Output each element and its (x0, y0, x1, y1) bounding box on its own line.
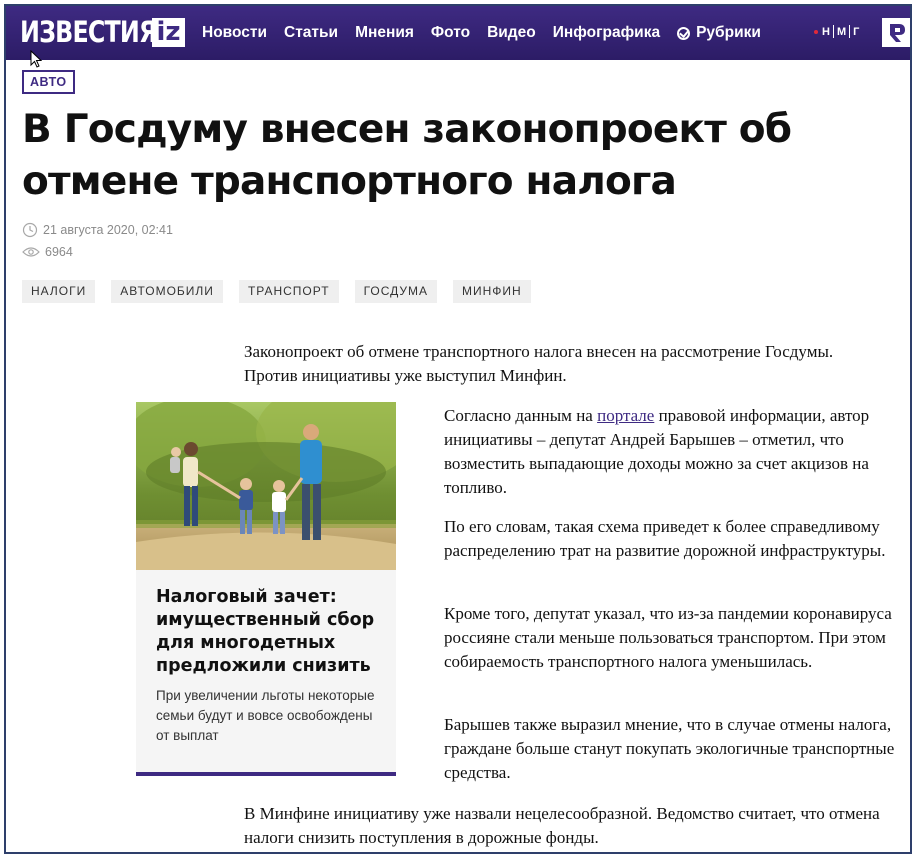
nmg-letter-m: М (836, 25, 847, 38)
tag-list: НАЛОГИ АВТОМОБИЛИ ТРАНСПОРТ ГОСДУМА МИНФ… (22, 280, 547, 303)
article-paragraph-1: Согласно данным на портале правовой инфо… (444, 404, 906, 500)
nav-item-rubrics[interactable]: Рубрики (677, 24, 761, 42)
browser-frame: ИЗВЕСТИЯ iz Новости Статьи Мнения Фото В… (4, 4, 912, 854)
date-text: 21 августа 2020, 02:41 (43, 223, 173, 237)
ren-tv-icon (889, 23, 905, 42)
related-article-title: Налоговый зачет: имущественный сбор для … (156, 587, 375, 676)
paragraph-1-start: Согласно данным на (444, 406, 598, 425)
article-paragraph-5: В Минфине инициативу уже назвали нецелес… (244, 804, 880, 847)
nav-item-photo[interactable]: Фото (431, 24, 470, 42)
article-paragraph-2: По его словам, такая схема приведет к бо… (444, 517, 886, 560)
article-paragraph-3: Кроме того, депутат указал, что из-за па… (444, 604, 892, 671)
nmg-letter-n: Н (822, 25, 830, 38)
related-article-card[interactable]: Налоговый зачет: имущественный сбор для … (136, 402, 396, 776)
nav-item-video[interactable]: Видео (487, 24, 536, 42)
article-lead: Законопроект об отмене транспортного нал… (244, 342, 834, 385)
site-logo[interactable]: ИЗВЕСТИЯ iz (20, 15, 185, 49)
ren-tv-logo[interactable] (882, 18, 910, 47)
card-accent-bar (136, 772, 396, 776)
eye-icon (22, 247, 40, 257)
tag-duma[interactable]: ГОСДУМА (354, 280, 438, 303)
logo-badge: iz (152, 17, 185, 47)
site-header: ИЗВЕСТИЯ iz Новости Статьи Мнения Фото В… (6, 6, 910, 68)
nav-item-opinions[interactable]: Мнения (355, 24, 414, 42)
nmg-letter-g: Г (853, 25, 860, 38)
article-date: 21 августа 2020, 02:41 (22, 222, 173, 238)
article-paragraph-4: Барышев также выразил мнение, что в случ… (444, 715, 895, 782)
nmg-divider (849, 25, 851, 38)
tag-cars[interactable]: АВТОМОБИЛИ (111, 280, 223, 303)
nav-item-infographics[interactable]: Инфографика (553, 24, 660, 42)
nmg-divider (832, 25, 834, 38)
tag-transport[interactable]: ТРАНСПОРТ (238, 280, 339, 303)
nav-item-news[interactable]: Новости (202, 24, 267, 42)
mouse-cursor-icon (30, 50, 42, 68)
logo-text: ИЗВЕСТИЯ (20, 15, 157, 49)
check-circle-icon (677, 26, 691, 40)
tag-taxes[interactable]: НАЛОГИ (22, 280, 96, 303)
clock-icon (22, 222, 38, 238)
family-photo-illustration (136, 402, 396, 570)
portal-link[interactable]: портале (597, 406, 654, 425)
red-dot-icon (814, 29, 818, 34)
related-article-subtitle: При увеличении льготы некоторые семьи бу… (156, 688, 375, 743)
nmg-logo[interactable]: Н М Г (814, 25, 859, 38)
tag-minfin[interactable]: МИНФИН (453, 280, 531, 303)
article-views: 6964 (22, 245, 73, 259)
rubrics-label: Рубрики (696, 24, 761, 41)
main-nav: Новости Статьи Мнения Фото Видео Инфогра… (202, 6, 778, 60)
category-badge[interactable]: АВТО (22, 70, 75, 94)
related-article-image (136, 402, 396, 570)
nav-item-articles[interactable]: Статьи (284, 24, 338, 42)
views-count: 6964 (45, 245, 73, 259)
article-title: В Госдуму внесен законопроект об отмене … (22, 107, 792, 204)
